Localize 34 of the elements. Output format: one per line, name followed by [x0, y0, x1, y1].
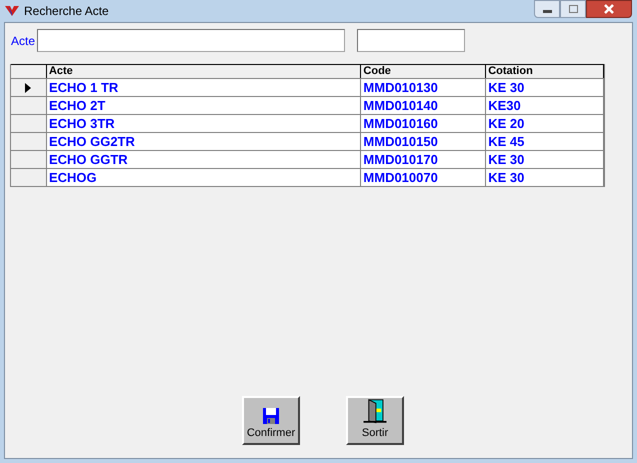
- table-cell: ECHO 3TR: [46, 115, 362, 132]
- table-cell: MMD010170: [361, 151, 486, 168]
- table-cell: ECHO 1 TR: [46, 79, 362, 96]
- maximize-button[interactable]: [560, 0, 586, 18]
- column-header[interactable]: Code: [361, 65, 486, 78]
- confirm-button[interactable]: Confirmer: [242, 396, 300, 445]
- table-cell: KE 45: [486, 133, 604, 150]
- column-header[interactable]: Acte: [46, 65, 362, 78]
- table-cell: MMD010160: [361, 115, 486, 132]
- table-cell: ECHO 2T: [46, 97, 362, 114]
- table-cell: MMD010150: [361, 133, 486, 150]
- acte-search-field[interactable]: [37, 29, 345, 52]
- table-cell: ECHO GGTR: [46, 151, 362, 168]
- row-selector[interactable]: [11, 79, 47, 96]
- table-cell: ECHO GG2TR: [46, 133, 362, 150]
- table-cell: ECHOG: [46, 169, 362, 186]
- table-cell: KE 30: [486, 79, 604, 96]
- minimize-button[interactable]: [534, 0, 560, 18]
- table-cell: MMD010130: [361, 79, 486, 96]
- exit-button[interactable]: Sortir: [346, 396, 404, 445]
- current-row-icon: [25, 82, 32, 92]
- app-icon: [4, 4, 20, 18]
- close-icon: [603, 4, 615, 14]
- column-header[interactable]: Cotation: [486, 65, 604, 78]
- table-cell: MMD010070: [361, 169, 486, 186]
- close-button[interactable]: [586, 0, 632, 18]
- table-cell: KE30: [486, 97, 604, 114]
- code-search-field[interactable]: [357, 29, 465, 52]
- table-cell: KE 20: [486, 115, 604, 132]
- window-title: Recherche Acte: [24, 3, 109, 20]
- acte-label: Acte: [11, 32, 36, 50]
- table-cell: MMD010140: [361, 97, 486, 114]
- table-cell: KE 30: [486, 151, 604, 168]
- table-cell: KE 30: [486, 169, 604, 186]
